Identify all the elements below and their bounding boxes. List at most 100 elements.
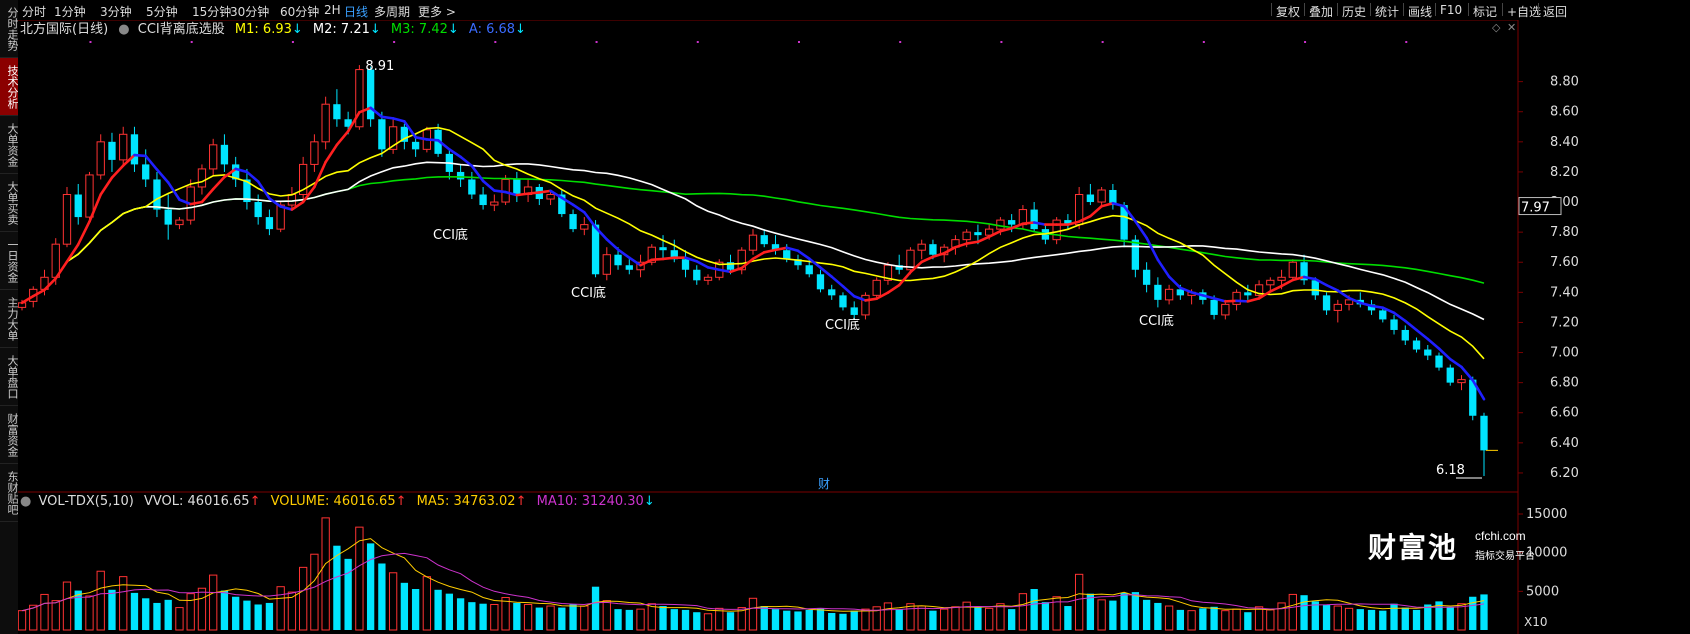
volume-bar	[1154, 602, 1162, 630]
ma-a-segment	[493, 189, 507, 194]
volume-bar	[703, 613, 713, 631]
candle-body	[1097, 189, 1106, 203]
ma-a-segment	[650, 257, 665, 262]
volume-bar	[1232, 608, 1241, 631]
legend-vvol: VVOL: 46016.65	[144, 494, 250, 509]
toolbar-button-8[interactable]: 返回	[1543, 3, 1567, 20]
sidebar-item-4[interactable]: 一日资金	[0, 232, 18, 290]
toolbar-button-7[interactable]: +自选	[1507, 3, 1541, 20]
volume-bar	[783, 610, 791, 630]
diamond-icon[interactable]: ◇	[1492, 21, 1501, 34]
candle-body	[1154, 284, 1162, 300]
indicator-name: CCI背离底选股	[138, 21, 225, 37]
price-tick-label: 7.60	[1550, 255, 1579, 270]
candle-body	[1390, 319, 1398, 330]
candle-body	[1052, 219, 1061, 241]
toolbar-button-2[interactable]: 历史	[1342, 3, 1366, 20]
legend-ma10: MA10: 31240.30	[537, 494, 644, 509]
candle-body	[659, 247, 667, 251]
signal-dot	[1405, 41, 1408, 43]
candle-body	[265, 217, 274, 230]
sidebar-item-1[interactable]: 技术分析	[0, 58, 18, 116]
sidebar-item-6[interactable]: 大单盘口	[0, 348, 18, 406]
cci-annotation: CCI底	[825, 317, 860, 333]
sidebar-item-7[interactable]: 财富资金	[0, 406, 18, 464]
signal-dot	[899, 41, 902, 43]
toolbar-button-0[interactable]: 复权	[1276, 3, 1300, 20]
volume-bar	[625, 609, 633, 630]
period-tab-5[interactable]: 30分钟	[230, 3, 269, 20]
period-tab-10[interactable]: 更多 >	[418, 3, 456, 20]
arrow-ma5: ↑	[516, 494, 527, 509]
volume-bar	[276, 586, 285, 631]
period-tab-0[interactable]: 分时	[22, 3, 46, 20]
candle-body	[625, 265, 633, 270]
signal-dot	[393, 41, 396, 43]
ma-a-segment	[380, 115, 395, 120]
volume-bar	[996, 603, 1005, 631]
candle-body	[456, 171, 465, 180]
sidebar: 分时走势 技术分析 大单资金 大单买卖 一日资金 主力大单 大单盘口 财富资金 东财贴吧	[0, 0, 19, 634]
toolbar-button-3[interactable]: 统计	[1375, 3, 1399, 20]
period-tab-1[interactable]: 1分钟	[54, 3, 86, 20]
volume-bar	[400, 582, 409, 630]
period-tab-7[interactable]: 2H	[324, 3, 341, 17]
candle-body	[130, 134, 139, 165]
ma-a-segment	[864, 297, 879, 302]
signal-dot	[89, 41, 92, 43]
sidebar-item-8[interactable]: 东财贴吧	[0, 464, 18, 522]
period-tab-8[interactable]: 日线	[344, 3, 368, 20]
sidebar-item-0[interactable]: 分时走势	[0, 0, 18, 58]
period-tab-6[interactable]: 60分钟	[280, 3, 319, 20]
period-tab-4[interactable]: 15分钟	[192, 3, 231, 20]
volume-bar	[1401, 607, 1409, 630]
volume-bar	[546, 605, 555, 631]
volume-bar	[1322, 604, 1331, 630]
candle-body	[828, 289, 836, 296]
sidebar-item-3[interactable]: 大单买卖	[0, 174, 18, 232]
volume-bar	[523, 603, 533, 631]
candle-body	[1322, 295, 1331, 311]
candle-body	[917, 243, 926, 251]
candle-body	[142, 164, 150, 180]
toolbar-button-4[interactable]: 画线	[1408, 3, 1432, 20]
candle-body	[513, 179, 521, 195]
period-tab-9[interactable]: 多周期	[374, 3, 410, 20]
volume-bar	[1187, 610, 1196, 631]
candle-body	[209, 144, 218, 170]
candle-body	[805, 265, 813, 275]
volume-bar	[917, 605, 926, 631]
candle-body	[254, 202, 262, 218]
toolbar-button-6[interactable]: 标记	[1473, 3, 1497, 20]
volume-bar	[558, 607, 566, 630]
volume-bar	[861, 608, 870, 631]
volume-bar	[1300, 595, 1308, 630]
candle-body	[164, 209, 172, 225]
candle-body	[468, 179, 476, 195]
volume-bar	[659, 606, 667, 630]
volume-bar	[1356, 609, 1364, 630]
period-tab-2[interactable]: 3分钟	[100, 3, 132, 20]
candle-body	[1480, 415, 1488, 451]
candle-body	[816, 274, 825, 290]
candle-body	[276, 204, 285, 230]
volume-bar	[906, 603, 915, 631]
low-mark: 6.18	[1436, 463, 1465, 478]
candle-body	[1221, 303, 1230, 316]
ma-a-segment	[1224, 299, 1238, 303]
volume-bar	[51, 600, 60, 631]
volume-bar	[850, 610, 858, 630]
close-icon[interactable]: ✕	[1507, 21, 1516, 34]
volume-bar	[1221, 610, 1230, 631]
sidebar-item-5[interactable]: 主力大单	[0, 290, 18, 348]
toolbar-button-1[interactable]: 叠加	[1309, 3, 1333, 20]
volume-bar	[1120, 592, 1128, 630]
sidebar-item-2[interactable]: 大单资金	[0, 116, 18, 174]
toolbar-button-5[interactable]: F10	[1440, 3, 1462, 17]
candle-body	[287, 194, 297, 206]
price-tick-label: 8.20	[1550, 165, 1579, 180]
watermark-logo: 财富池	[1368, 531, 1459, 564]
candle-body	[175, 219, 184, 226]
volume-bar	[1176, 609, 1185, 630]
period-tab-3[interactable]: 5分钟	[146, 3, 178, 20]
